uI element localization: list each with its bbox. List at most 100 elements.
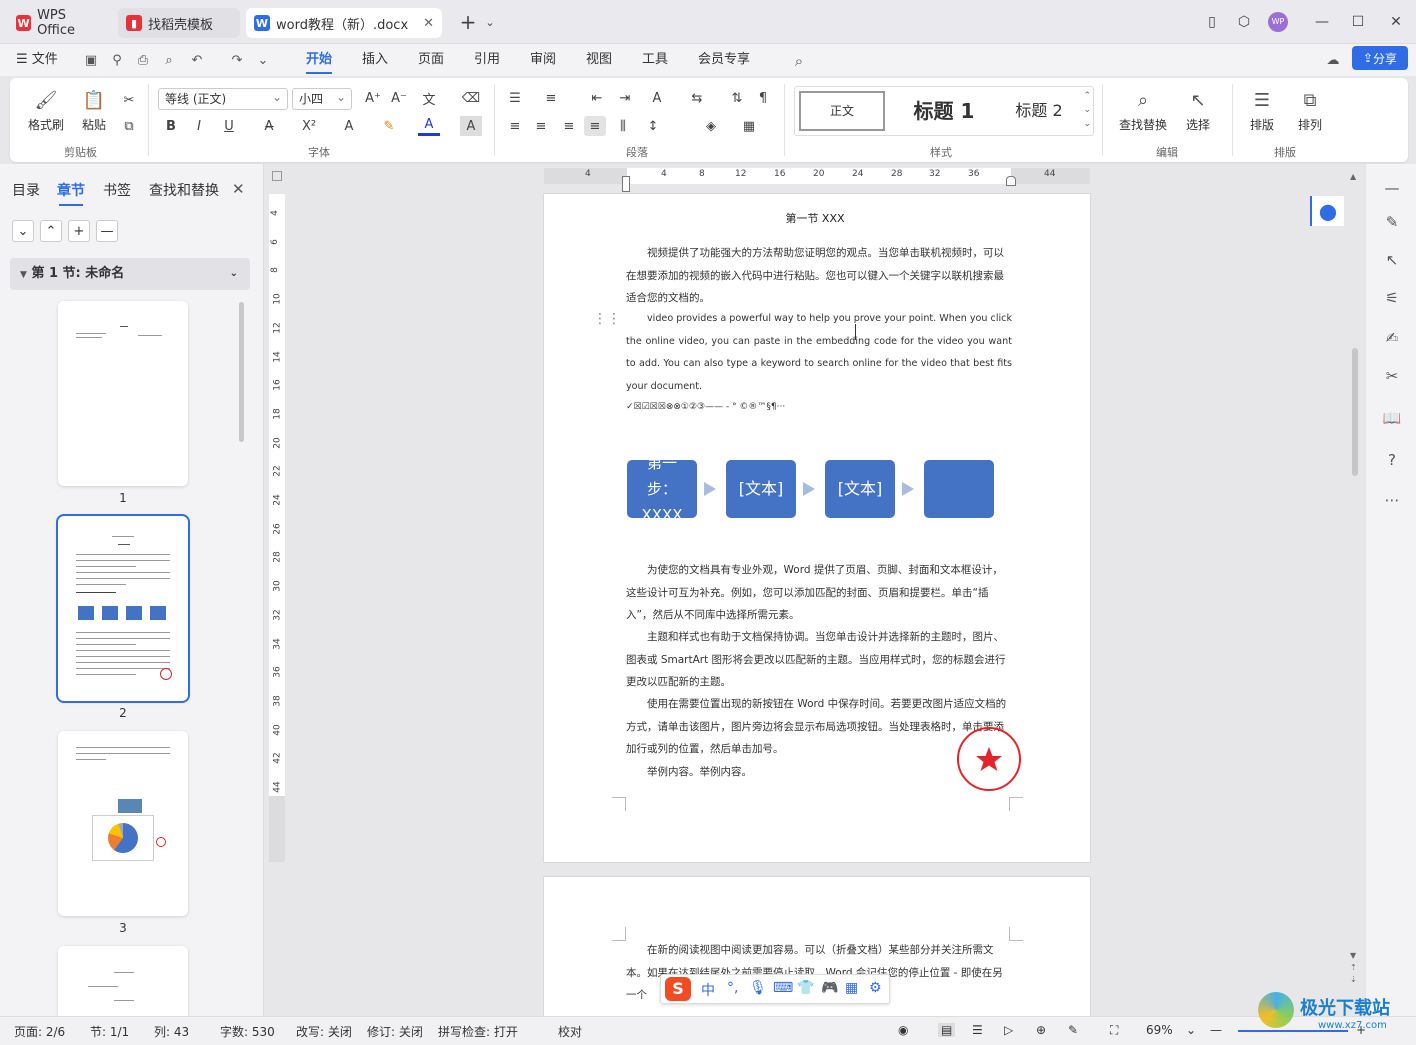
status-wordcount[interactable]: 字数: 530 xyxy=(220,1023,275,1040)
text-direction-icon[interactable]: ⇆ xyxy=(686,88,708,108)
close-tab-icon[interactable]: ✕ xyxy=(423,16,434,31)
shading-icon[interactable]: ◈ xyxy=(700,116,722,136)
web-view-icon[interactable]: ⊕ xyxy=(1036,1023,1046,1037)
copy-icon[interactable]: ⧉ xyxy=(118,116,140,136)
page-thumbnail-4[interactable] xyxy=(58,946,188,1016)
tab-bookmark[interactable]: 书签 xyxy=(103,180,131,200)
smartart-step-2[interactable]: [文本] xyxy=(726,460,796,518)
avatar[interactable]: WP xyxy=(1266,10,1290,34)
align-center-icon[interactable]: ≡ xyxy=(530,116,552,136)
chevron-down-icon[interactable]: ⌄ xyxy=(12,220,34,242)
bold-icon[interactable]: B xyxy=(160,116,182,136)
increase-indent-icon[interactable]: ⇥ xyxy=(614,88,636,108)
status-column[interactable]: 列: 43 xyxy=(154,1023,189,1040)
company-seal[interactable] xyxy=(957,727,1021,791)
scroll-up-icon[interactable]: ▲ xyxy=(1350,172,1356,181)
status-revision[interactable]: 修订: 关闭 xyxy=(367,1023,423,1040)
justify-icon[interactable]: ≡ xyxy=(584,116,606,136)
page-thumbnail-1[interactable] xyxy=(58,301,188,486)
paragraph-3[interactable]: 为使您的文档具有专业外观，Word 提供了页眉、页脚、封面和文本框设计，这些设计… xyxy=(626,559,1012,627)
new-tab-icon[interactable]: + xyxy=(456,10,480,34)
strikethrough-icon[interactable]: A̶ xyxy=(258,116,280,136)
line-spacing-icon[interactable]: ↕ xyxy=(642,116,664,136)
phonetic-icon[interactable]: 文 xyxy=(418,88,440,108)
smartart-step-4[interactable] xyxy=(924,460,994,518)
paragraph-1[interactable]: 视频提供了功能强大的方法帮助您证明您的观点。当您单击联机视频时，可以在想要添加的… xyxy=(626,242,1012,310)
menu-tools[interactable]: 工具 xyxy=(642,49,668,71)
ime-mode[interactable]: 中 xyxy=(701,980,715,1000)
zoom-out-icon[interactable]: — xyxy=(1210,1023,1222,1037)
paragraph-2[interactable]: video provides a powerful way to help yo… xyxy=(626,308,1012,398)
menu-home[interactable]: 开始 xyxy=(306,49,333,74)
menu-page[interactable]: 页面 xyxy=(418,49,444,71)
save-icon[interactable]: ▣ xyxy=(82,52,100,70)
clear-format-icon[interactable]: ⌫ xyxy=(460,88,482,108)
sliders-icon[interactable]: ⚟ xyxy=(1382,288,1402,308)
redo-icon[interactable]: ↷ xyxy=(228,52,246,70)
cube-icon[interactable]: ⬡ xyxy=(1232,10,1256,34)
collapse-icon[interactable]: — xyxy=(1382,178,1402,198)
menu-review[interactable]: 审阅 xyxy=(530,49,556,71)
status-overtype[interactable]: 改写: 关闭 xyxy=(296,1023,352,1040)
status-spellcheck[interactable]: 拼写检查: 打开 xyxy=(438,1023,518,1040)
style-normal[interactable]: 正文 xyxy=(799,91,885,131)
pen-icon[interactable]: ✎ xyxy=(1068,1023,1078,1037)
cut-icon[interactable]: ✂ xyxy=(118,90,140,110)
keyboard-icon[interactable]: ⌨ xyxy=(773,980,793,996)
eye-icon[interactable]: ◉ xyxy=(898,1023,908,1037)
char-shading-icon[interactable]: A xyxy=(460,116,482,136)
status-proof[interactable]: 校对 xyxy=(558,1023,582,1040)
tab-chapter[interactable]: 章节 xyxy=(57,180,85,206)
cloud-sync-icon[interactable]: ☁ xyxy=(1324,52,1342,70)
layout-icon[interactable]: ▯ xyxy=(1200,10,1224,34)
link-icon[interactable]: ⚲ xyxy=(108,52,126,70)
chevron-up-icon[interactable]: ⌃ xyxy=(40,220,62,242)
bullet-list-icon[interactable]: ☰ xyxy=(504,88,526,108)
tab-toc[interactable]: 目录 xyxy=(12,180,40,200)
document-heading[interactable]: 第一节 XXX xyxy=(590,210,1040,226)
game-icon[interactable]: 🎮 xyxy=(821,980,838,996)
style-heading2[interactable]: 标题 2 xyxy=(999,91,1079,131)
skin-icon[interactable]: 👕 xyxy=(797,980,814,996)
distribute-icon[interactable]: ⫼ xyxy=(612,116,634,136)
tab-document[interactable]: W word教程（新）.docx ✕ xyxy=(246,8,442,38)
outline-view-icon[interactable]: ☰ xyxy=(972,1023,983,1037)
more-icon[interactable]: ⋯ xyxy=(1382,490,1402,510)
preview-icon[interactable]: ⌕ xyxy=(160,52,178,70)
fit-page-icon[interactable]: ⛶ xyxy=(1110,1023,1118,1038)
text-effect-icon[interactable]: A xyxy=(338,116,360,136)
help-icon[interactable]: ? xyxy=(1382,450,1402,470)
font-size-select[interactable]: 小四 xyxy=(292,87,352,110)
arrange-button[interactable]: ⧉ 排列 xyxy=(1290,88,1330,133)
close-window-icon[interactable]: ✕ xyxy=(1384,10,1408,34)
tab-find-replace[interactable]: 查找和替换 xyxy=(149,180,219,200)
ai-writing-icon[interactable]: ✍ xyxy=(1382,328,1402,348)
right-indent-marker-icon[interactable] xyxy=(1006,176,1016,186)
underline-icon[interactable]: U xyxy=(218,116,240,136)
print-icon[interactable]: ⎙ xyxy=(134,52,152,70)
minimize-icon[interactable]: — xyxy=(1310,10,1334,34)
paragraph-5[interactable]: 使用在需要位置出现的新按钮在 Word 中保存时间。若要更改图片适应文档的方式，… xyxy=(626,693,1012,761)
zoom-slider[interactable] xyxy=(1238,1030,1348,1032)
sidebar-scrollbar[interactable] xyxy=(239,302,244,442)
paragraph-4[interactable]: 主题和样式也有助于文档保持协调。当您单击设计并选择新的主题时，图片、图表或 Sm… xyxy=(626,626,1012,694)
tools-icon[interactable]: ✂ xyxy=(1382,366,1402,386)
chevron-down-icon[interactable]: ⌄ xyxy=(478,10,502,34)
typeset-button[interactable]: ☰ 排版 xyxy=(1242,88,1282,133)
paragraph-6[interactable]: 举例内容。举例内容。 xyxy=(626,761,1012,784)
file-menu[interactable]: ☰ 文件 xyxy=(16,49,58,71)
vertical-ruler[interactable]: 4681012141618202224262830323436384042444… xyxy=(269,194,285,862)
section-header[interactable]: ▼ 第 1 节: 未命名 ⌄ xyxy=(10,258,250,290)
settings-icon[interactable]: ⚙ xyxy=(869,980,882,996)
undo-icon[interactable]: ↶ xyxy=(188,52,206,70)
superscript-icon[interactable]: X² xyxy=(298,116,320,136)
status-section[interactable]: 节: 1/1 xyxy=(90,1023,129,1040)
location-pin-icon[interactable]: ⬤ xyxy=(1310,196,1344,226)
punctuation-icon[interactable]: °, xyxy=(727,980,738,996)
search-icon[interactable]: ⌕ xyxy=(790,52,808,70)
page-thumbnail-3[interactable] xyxy=(58,731,188,916)
zoom-in-icon[interactable]: + xyxy=(1356,1023,1366,1037)
chevron-down-icon[interactable]: ⌄ xyxy=(1186,1023,1196,1037)
menu-insert[interactable]: 插入 xyxy=(362,49,388,71)
drag-handle-icon[interactable]: ⋮⋮ xyxy=(593,312,621,326)
